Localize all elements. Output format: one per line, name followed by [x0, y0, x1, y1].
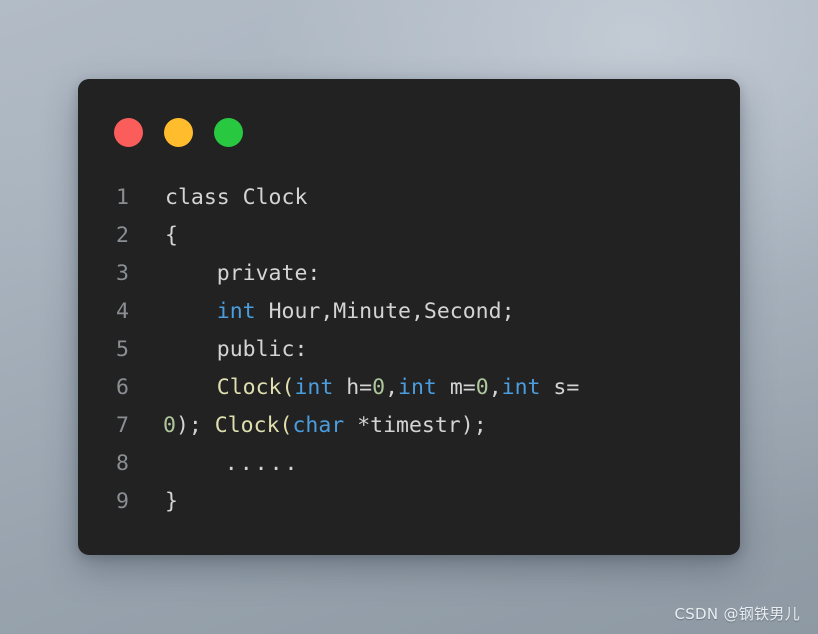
line-number: 9 — [116, 489, 129, 514]
line-content[interactable]: { — [129, 217, 178, 255]
screenshot-root: 1 class Clock 2 { 3 private: 4 int Hour,… — [0, 0, 818, 634]
line-content[interactable]: private: — [129, 255, 321, 293]
code-line: 2 { — [78, 217, 740, 255]
maximize-button-icon[interactable] — [214, 118, 243, 147]
line-content[interactable]: class Clock — [129, 179, 307, 217]
code-token-number: 0 — [372, 375, 386, 400]
code-line: 5 public: — [78, 331, 740, 369]
line-content[interactable]: public: — [129, 331, 308, 369]
window-controls — [114, 118, 243, 147]
code-line: 3 private: — [78, 255, 740, 293]
line-content[interactable]: 0); Clock(char *timestr); — [129, 407, 487, 445]
code-token-number: 0 — [475, 375, 489, 400]
code-token-keyword: char — [292, 413, 345, 438]
code-token: public: — [165, 337, 308, 362]
code-line: 1 class Clock — [78, 179, 740, 217]
watermark-text: CSDN @钢铁男儿 — [674, 605, 800, 623]
code-window-card: 1 class Clock 2 { 3 private: 4 int Hour,… — [78, 79, 740, 555]
code-token: m= — [436, 375, 476, 400]
code-token-keyword: int — [216, 299, 256, 324]
code-token: Hour,Minute,Second; — [255, 299, 515, 324]
code-token: , — [385, 375, 399, 400]
code-token: h= — [333, 375, 373, 400]
code-token-function: Clock( — [214, 413, 293, 438]
code-token: ); — [175, 413, 215, 438]
line-number: 6 — [116, 375, 129, 400]
line-number: 4 — [116, 299, 129, 324]
code-token-number: 0 — [163, 413, 176, 438]
code-token: private: — [165, 261, 321, 286]
line-number: 2 — [116, 223, 129, 248]
code-token-keyword: int — [398, 375, 437, 400]
code-line: 4 int Hour,Minute,Second; — [78, 293, 740, 331]
code-block: 1 class Clock 2 { 3 private: 4 int Hour,… — [78, 179, 740, 521]
code-token: { — [165, 223, 178, 248]
close-button-icon[interactable] — [114, 118, 143, 147]
line-content[interactable]: } — [129, 483, 178, 521]
line-number: 1 — [116, 185, 129, 210]
code-token-keyword: int — [294, 375, 334, 400]
code-token-ellipsis: ..... — [165, 451, 300, 476]
code-token-keyword: int — [501, 375, 541, 400]
line-content[interactable]: Clock(int h=0,int m=0,int s= — [129, 369, 580, 407]
minimize-button-icon[interactable] — [164, 118, 193, 147]
code-token: } — [165, 489, 178, 514]
code-token: class Clock — [165, 185, 308, 210]
code-line: 6 Clock(int h=0,int m=0,int s= — [78, 369, 740, 407]
code-line: 9 } — [78, 483, 740, 521]
code-token-function: Clock( — [216, 375, 295, 400]
line-number: 5 — [116, 337, 129, 362]
code-line: 8 ..... — [78, 445, 740, 483]
line-content[interactable]: ..... — [129, 445, 300, 483]
code-token: , — [488, 375, 502, 400]
line-number: 3 — [116, 261, 129, 286]
code-token: *timestr); — [344, 413, 487, 438]
line-number: 7 — [116, 413, 129, 438]
code-token: s= — [540, 375, 580, 400]
code-line: 7 0); Clock(char *timestr); — [78, 407, 740, 445]
line-number: 8 — [116, 451, 129, 476]
line-content[interactable]: int Hour,Minute,Second; — [129, 293, 515, 331]
